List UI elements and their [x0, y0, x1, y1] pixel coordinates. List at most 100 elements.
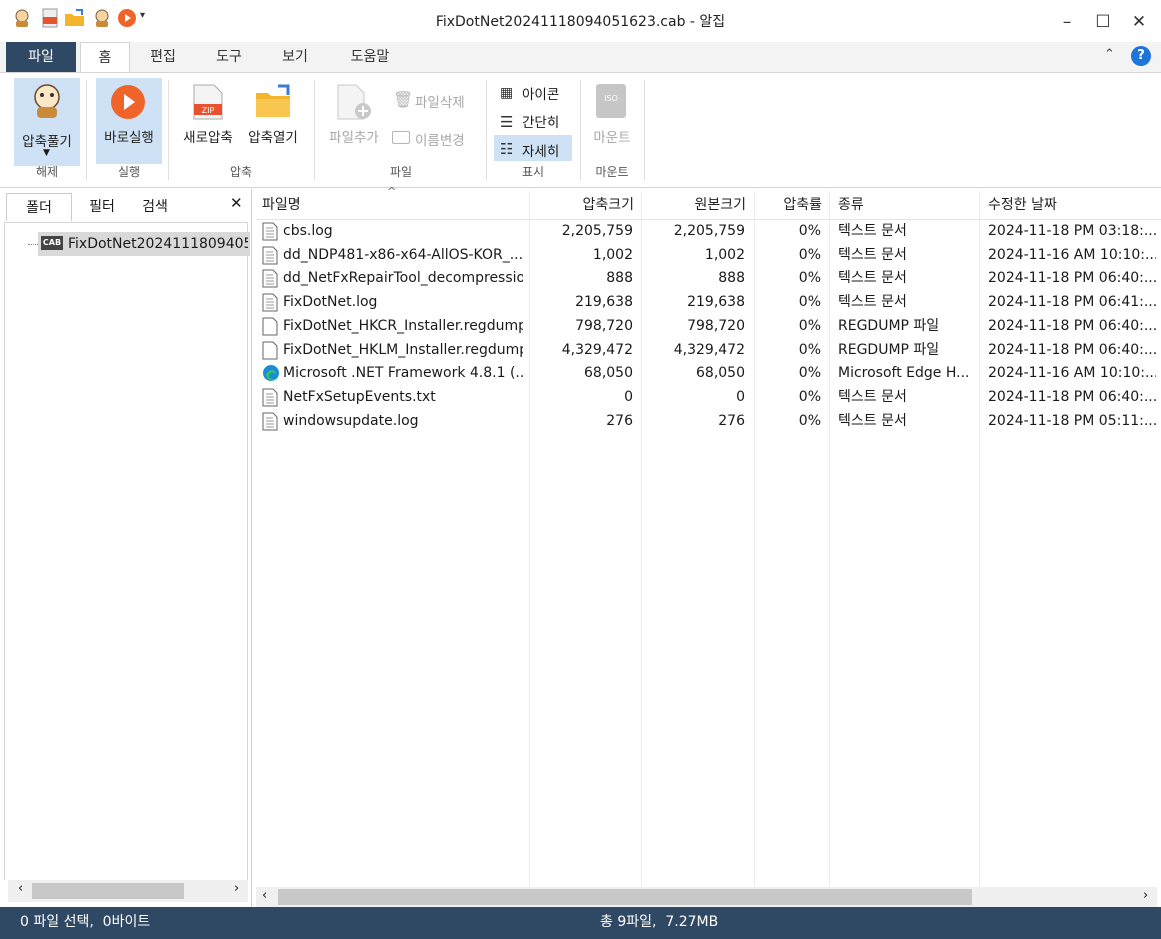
rename-icon: [392, 131, 410, 144]
cell-original: 276: [718, 413, 745, 429]
view-simple-button[interactable]: 간단히: [522, 111, 559, 131]
col-header-type[interactable]: 종류: [838, 193, 864, 219]
cell-compressed: 219,638: [575, 294, 633, 310]
add-file-icon: [336, 84, 372, 120]
maximize-button[interactable]: ☐: [1088, 9, 1118, 35]
group-label-extract: 해제: [35, 165, 59, 179]
minimize-button[interactable]: –: [1052, 9, 1082, 35]
left-scroll-thumb[interactable]: [32, 883, 184, 899]
cell-name: dd_NDP481-x86-x64-AllOS-KOR_...: [283, 247, 523, 263]
cell-ratio: 0%: [798, 365, 821, 381]
cell-modified: 2024-11-16 AM 10:10:...: [988, 247, 1156, 263]
cell-compressed: 1,002: [592, 247, 633, 263]
tab-tools[interactable]: 도구: [206, 42, 252, 72]
cell-name: NetFxSetupEvents.txt: [283, 389, 436, 405]
view-icons-button[interactable]: 아이콘: [522, 83, 559, 103]
new-zip-icon: ZIP: [192, 84, 224, 120]
status-bar: [0, 907, 1161, 939]
tab-filter[interactable]: 필터: [74, 193, 130, 221]
ribbon-separator: [168, 80, 169, 180]
col-header-ratio[interactable]: 압축률: [755, 193, 822, 219]
view-details-label: 자세히: [522, 144, 560, 160]
cell-modified: 2024-11-18 PM 06:40:...: [988, 270, 1156, 286]
cell-modified: 2024-11-18 PM 06:40:...: [988, 342, 1156, 358]
tab-search[interactable]: 검색: [132, 193, 178, 221]
text-file-icon: [262, 388, 278, 407]
cell-ratio: 0%: [798, 318, 821, 334]
cell-compressed: 2,205,759: [561, 223, 633, 239]
cell-compressed: 276: [606, 413, 633, 429]
details-list-icon: ☷: [500, 140, 514, 158]
cell-original: 2,205,759: [673, 223, 745, 239]
extract-dropdown-icon[interactable]: ▼: [43, 148, 50, 158]
cell-compressed: 888: [606, 270, 633, 286]
tab-view[interactable]: 보기: [272, 42, 318, 72]
extract-mascot-large-icon: [28, 82, 66, 120]
group-label-mount: 마운트: [595, 165, 629, 179]
iso-disk-icon: ISO: [596, 84, 626, 118]
close-pane-icon[interactable]: ✕: [230, 194, 243, 212]
col-header-modified[interactable]: 수정한 날짜: [988, 193, 1057, 219]
cell-original: 888: [718, 270, 745, 286]
open-archive-button[interactable]: 압축열기: [240, 126, 306, 146]
play-large-icon: [110, 84, 146, 120]
mount-button[interactable]: 마운트: [584, 126, 640, 146]
cell-modified: 2024-11-18 PM 06:41:...: [988, 294, 1156, 310]
delete-file-button[interactable]: 파일삭제: [415, 91, 465, 111]
cell-name: cbs.log: [283, 223, 333, 239]
rename-button[interactable]: 이름변경: [415, 129, 465, 149]
zip-icon[interactable]: [40, 8, 60, 28]
list-scroll-right-icon[interactable]: ›: [1143, 888, 1148, 903]
blank-file-icon: [262, 341, 278, 360]
collapse-ribbon-icon[interactable]: ⌃: [1104, 47, 1115, 62]
tab-file[interactable]: 파일: [6, 42, 76, 72]
cell-ratio: 0%: [798, 247, 821, 263]
cell-compressed: 68,050: [584, 365, 633, 381]
cell-compressed: 798,720: [575, 318, 633, 334]
play-icon[interactable]: [117, 8, 137, 28]
ribbon-separator: [86, 80, 87, 180]
cell-name: FixDotNet_HKCR_Installer.regdump: [283, 318, 523, 334]
cab-archive-icon: CAB: [41, 236, 63, 250]
cell-original: 0: [736, 389, 745, 405]
qat-dropdown-icon[interactable]: ▾: [140, 10, 145, 21]
list-icon: ☰: [500, 113, 514, 131]
scroll-right-icon[interactable]: ›: [234, 881, 239, 896]
list-scroll-thumb[interactable]: [278, 889, 972, 905]
run-label: 바로실행: [104, 130, 154, 146]
cell-type: 텍스트 문서: [838, 270, 907, 286]
tab-home[interactable]: 홈: [80, 42, 130, 73]
cell-original: 219,638: [687, 294, 745, 310]
cell-modified: 2024-11-16 AM 10:10:...: [988, 365, 1156, 381]
ribbon-separator: [314, 80, 315, 180]
new-compress-button[interactable]: 새로압축: [175, 126, 241, 146]
tab-edit[interactable]: 편집: [140, 42, 186, 72]
col-header-name[interactable]: 파일명: [262, 193, 301, 219]
open-folder-icon[interactable]: [64, 8, 84, 28]
tab-help[interactable]: 도움말: [340, 42, 400, 72]
close-button[interactable]: ✕: [1124, 9, 1154, 35]
open-archive-icon: [254, 84, 294, 120]
col-header-original[interactable]: 원본크기: [642, 193, 746, 219]
add-file-button[interactable]: 파일추가: [320, 126, 388, 146]
cell-type: Microsoft Edge H...: [838, 365, 970, 381]
cell-type: 텍스트 문서: [838, 294, 907, 310]
app-mascot-icon[interactable]: [12, 8, 32, 28]
cell-compressed: 0: [624, 389, 633, 405]
trash-icon: 🗑: [393, 90, 414, 109]
scroll-left-icon[interactable]: ‹: [18, 881, 23, 896]
list-scroll-left-icon[interactable]: ‹: [262, 888, 267, 903]
cell-ratio: 0%: [798, 294, 821, 310]
cell-type: 텍스트 문서: [838, 247, 907, 263]
ribbon-separator: [486, 80, 487, 180]
extract-mascot-icon[interactable]: [92, 8, 112, 28]
cell-modified: 2024-11-18 PM 06:40:...: [988, 318, 1156, 334]
tab-folder[interactable]: 폴더: [6, 193, 72, 221]
text-file-icon: [262, 412, 278, 431]
cell-modified: 2024-11-18 PM 06:40:...: [988, 389, 1156, 405]
col-header-compressed[interactable]: 압축크기: [530, 193, 634, 219]
text-file-icon: [262, 246, 278, 265]
ribbon-separator: [580, 80, 581, 180]
cell-ratio: 0%: [798, 389, 821, 405]
help-icon[interactable]: ?: [1131, 46, 1151, 66]
